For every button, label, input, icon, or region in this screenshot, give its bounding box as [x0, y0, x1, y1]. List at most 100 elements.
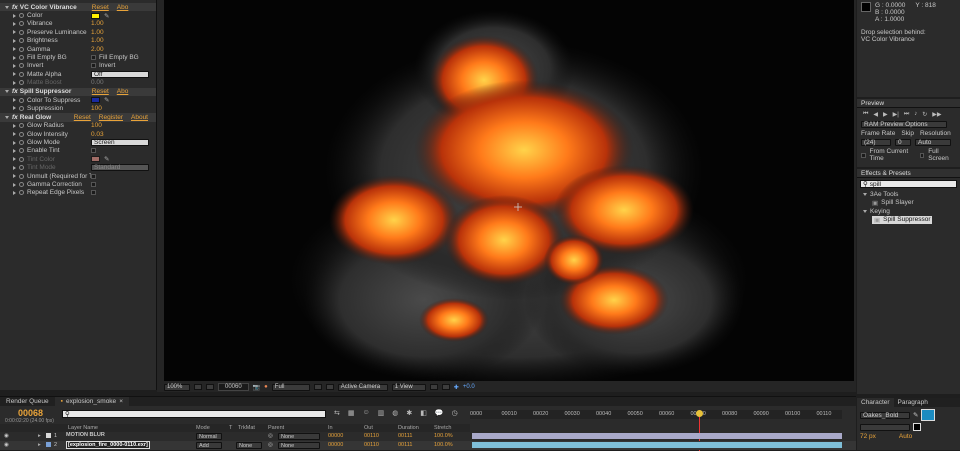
grid-icon[interactable] [194, 384, 202, 390]
effects-tree-item[interactable]: ▣ Spill Slayer [872, 199, 914, 207]
register-link[interactable]: Register [99, 114, 123, 121]
leading-value[interactable]: Auto [899, 433, 912, 440]
property-value[interactable]: 0.03 [91, 131, 104, 138]
play-icon[interactable]: ▶ [883, 111, 888, 118]
about-link[interactable]: Abo [117, 4, 129, 11]
layer-name[interactable]: MOTION BLUR [66, 432, 105, 438]
layer-in[interactable]: 00000 [328, 442, 343, 448]
column-header[interactable]: Duration [398, 425, 419, 431]
expand-icon[interactable] [13, 165, 16, 170]
expand-icon[interactable] [5, 5, 9, 9]
prev-frame-icon[interactable]: ◀ [873, 111, 878, 118]
stopwatch-icon[interactable] [19, 63, 24, 69]
ram-preview-icon[interactable]: ▶▶ [932, 111, 941, 118]
about-link[interactable]: About [131, 114, 148, 121]
stopwatch-icon[interactable] [19, 46, 24, 52]
column-header[interactable]: Out [364, 425, 373, 431]
stopwatch-icon[interactable] [19, 123, 24, 129]
comp-mini-flowchart-icon[interactable]: ⇆ [334, 409, 340, 417]
layer-label-color[interactable] [46, 442, 51, 447]
frame-rate-dropdown[interactable]: (24) [861, 139, 891, 146]
expand-icon[interactable] [13, 132, 16, 137]
draft-3d-icon[interactable]: ▦ [348, 409, 355, 417]
layer-duration-bar[interactable] [472, 433, 842, 439]
parent-pickwhip-icon[interactable]: ◎ [268, 433, 273, 439]
motion-blur-icon[interactable]: ◍ [392, 409, 398, 417]
exposure-icon[interactable]: ✚ [454, 384, 459, 391]
skip-dropdown[interactable]: 0 [895, 139, 911, 146]
layer-in[interactable]: 00000 [328, 433, 343, 439]
expand-icon[interactable] [13, 190, 16, 195]
mask-icon[interactable] [206, 384, 214, 390]
stopwatch-icon[interactable] [19, 29, 24, 35]
zoom-dropdown[interactable]: 100% [164, 383, 190, 391]
parent-pickwhip-icon[interactable]: ◎ [268, 442, 273, 448]
column-header[interactable]: Parent [268, 425, 284, 431]
stopwatch-icon[interactable] [19, 55, 24, 61]
color-icon[interactable]: ● [264, 384, 268, 390]
camera-dropdown[interactable]: Active Camera [337, 383, 388, 391]
tab-character[interactable]: Character [857, 398, 894, 407]
color-swatch[interactable] [91, 156, 100, 163]
expand-icon[interactable] [5, 115, 9, 119]
stopwatch-icon[interactable] [19, 140, 24, 146]
expand-icon[interactable] [13, 55, 16, 60]
graph-editor-icon[interactable]: ◧ [420, 409, 427, 417]
exposure-value[interactable]: +0.0 [463, 384, 475, 390]
stroke-color-swatch[interactable] [913, 423, 921, 431]
layer-name[interactable]: [explosion_fire_0000-0110.exr] [66, 441, 150, 449]
expand-icon[interactable] [863, 209, 867, 213]
fx-icon[interactable]: fx [12, 88, 18, 95]
effect-header-spill-suppressor[interactable]: fx Spill Suppressor Reset Abo [0, 87, 156, 96]
property-value[interactable]: 0.00 [91, 79, 104, 86]
expand-icon[interactable] [13, 80, 16, 85]
tab-render-queue[interactable]: Render Queue [0, 397, 55, 406]
brainstorm-icon[interactable]: ✱ [406, 409, 412, 417]
eyedropper-icon[interactable]: ✎ [104, 155, 109, 163]
stopwatch-icon[interactable] [19, 105, 24, 111]
property-dropdown[interactable]: Off [91, 70, 149, 78]
font-family-dropdown[interactable]: Oakes_Bold [860, 411, 910, 419]
color-swatch[interactable] [91, 97, 100, 104]
expand-icon[interactable] [13, 98, 16, 103]
expand-icon[interactable] [13, 47, 16, 52]
expand-icon[interactable] [13, 63, 16, 68]
font-size-value[interactable]: 72 px [860, 433, 876, 440]
stopwatch-icon[interactable] [19, 80, 24, 86]
ram-preview-options-dropdown[interactable]: RAM Preview Options [861, 121, 947, 128]
roi-icon[interactable] [313, 384, 322, 390]
stopwatch-icon[interactable] [19, 190, 24, 196]
shy-icon[interactable]: ☺ [363, 409, 370, 417]
expand-icon[interactable] [13, 140, 16, 145]
stopwatch-icon[interactable] [19, 165, 24, 171]
property-checkbox[interactable] [91, 55, 96, 61]
eyedropper-icon[interactable]: ✎ [104, 96, 109, 104]
timeline-search-input[interactable]: ⚲ [62, 410, 326, 418]
expand-icon[interactable] [13, 174, 16, 179]
preview-resolution-dropdown[interactable]: Auto [915, 139, 951, 146]
next-frame-icon[interactable]: ▶| [893, 111, 899, 118]
column-header[interactable]: In [328, 425, 333, 431]
column-header[interactable]: T [229, 425, 232, 431]
column-header[interactable]: Mode [196, 425, 210, 431]
fx-icon[interactable]: fx [12, 4, 18, 11]
eyedropper-icon[interactable]: ✎ [104, 12, 109, 20]
layer-label-color[interactable] [46, 433, 51, 438]
fx-icon[interactable]: fx [12, 114, 18, 121]
layer-stretch[interactable]: 100.0% [434, 433, 453, 439]
property-dropdown[interactable]: Screen [91, 139, 149, 147]
fill-color-swatch[interactable] [921, 409, 936, 421]
effects-tree-item[interactable]: 3Ae Tools [860, 190, 898, 198]
timeline-layer-row[interactable]: ◉ ▸ 1 MOTION BLUR Normal ◎ None 00000 00110 00111… [0, 432, 856, 441]
mode-dropdown[interactable]: Add [196, 442, 222, 449]
fast-preview-icon[interactable] [441, 384, 450, 390]
stopwatch-icon[interactable]: ◷ [452, 409, 458, 417]
property-checkbox[interactable] [91, 182, 96, 188]
loop-icon[interactable]: ↻ [922, 111, 927, 118]
column-header[interactable]: TrkMat [238, 425, 255, 431]
font-style-dropdown[interactable] [860, 423, 910, 431]
color-swatch[interactable] [91, 12, 100, 19]
eyedropper-icon[interactable]: ✎ [913, 411, 918, 419]
full-screen-checkbox[interactable] [919, 152, 925, 158]
property-value[interactable]: 100 [91, 122, 102, 129]
